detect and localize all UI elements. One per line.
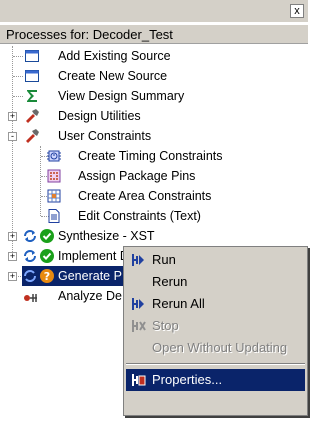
expand-icon[interactable]: + [8,252,17,261]
stop-icon [132,320,146,332]
tree-item-view-design-summary[interactable]: View Design Summary [0,86,308,106]
tools-icon [26,109,39,123]
window-titlebar: x [0,0,308,22]
menu-item-rerun[interactable]: Rerun [126,271,305,293]
panel-title: Processes for: Decoder_Test [6,27,173,42]
expand-icon[interactable]: + [8,112,17,121]
tree-item-user-constraints[interactable]: - User Constraints [0,126,308,146]
refresh-icon [24,270,36,282]
tree-item-assign-package-pins[interactable]: Assign Package Pins [0,166,308,186]
warning-question-icon: ? [40,269,54,283]
analyze-probe-icon [24,294,37,302]
menu-item-rerun-all[interactable]: Rerun All [126,293,305,315]
area-grid-icon [47,189,61,203]
tree-item-edit-constraints-text[interactable]: Edit Constraints (Text) [0,206,308,226]
context-menu: Run Rerun Rerun All Stop Open Without Up… [123,246,308,416]
refresh-icon [24,230,36,242]
tree-item-design-utilities[interactable]: + Design Utilities [0,106,308,126]
package-pins-icon [47,169,61,183]
tree-item-create-area-constraints[interactable]: Create Area Constraints [0,186,308,206]
timing-chip-icon [47,150,61,162]
text-document-icon [48,209,60,223]
svg-text:?: ? [44,270,50,283]
sigma-icon [27,90,37,102]
refresh-icon [24,250,36,262]
collapse-icon[interactable]: - [8,132,17,141]
expand-icon[interactable]: + [8,232,17,241]
expand-icon[interactable]: + [8,272,17,281]
menu-item-stop: Stop [126,315,305,337]
tree-item-synthesize-xst[interactable]: + Synthesize - XST [0,226,308,246]
tree-item-create-new-source[interactable]: Create New Source [0,66,308,86]
success-check-icon [40,229,54,243]
properties-icon [132,374,146,386]
window-icon [25,50,39,62]
run-icon [132,254,144,266]
menu-item-run[interactable]: Run [126,249,305,271]
menu-item-open-without-updating: Open Without Updating [152,340,288,355]
processes-header: Processes for: Decoder_Test [0,24,308,44]
window-icon [25,70,39,82]
rerun-all-icon [132,298,144,310]
success-check-icon [40,249,54,263]
tree-item-create-timing-constraints[interactable]: Create Timing Constraints [0,146,308,166]
menu-separator [126,363,305,365]
tree-item-add-existing-source[interactable]: Add Existing Source [0,46,308,66]
close-button[interactable]: x [290,4,304,18]
tools-icon [26,129,39,143]
menu-item-properties[interactable]: Properties... [126,369,305,391]
